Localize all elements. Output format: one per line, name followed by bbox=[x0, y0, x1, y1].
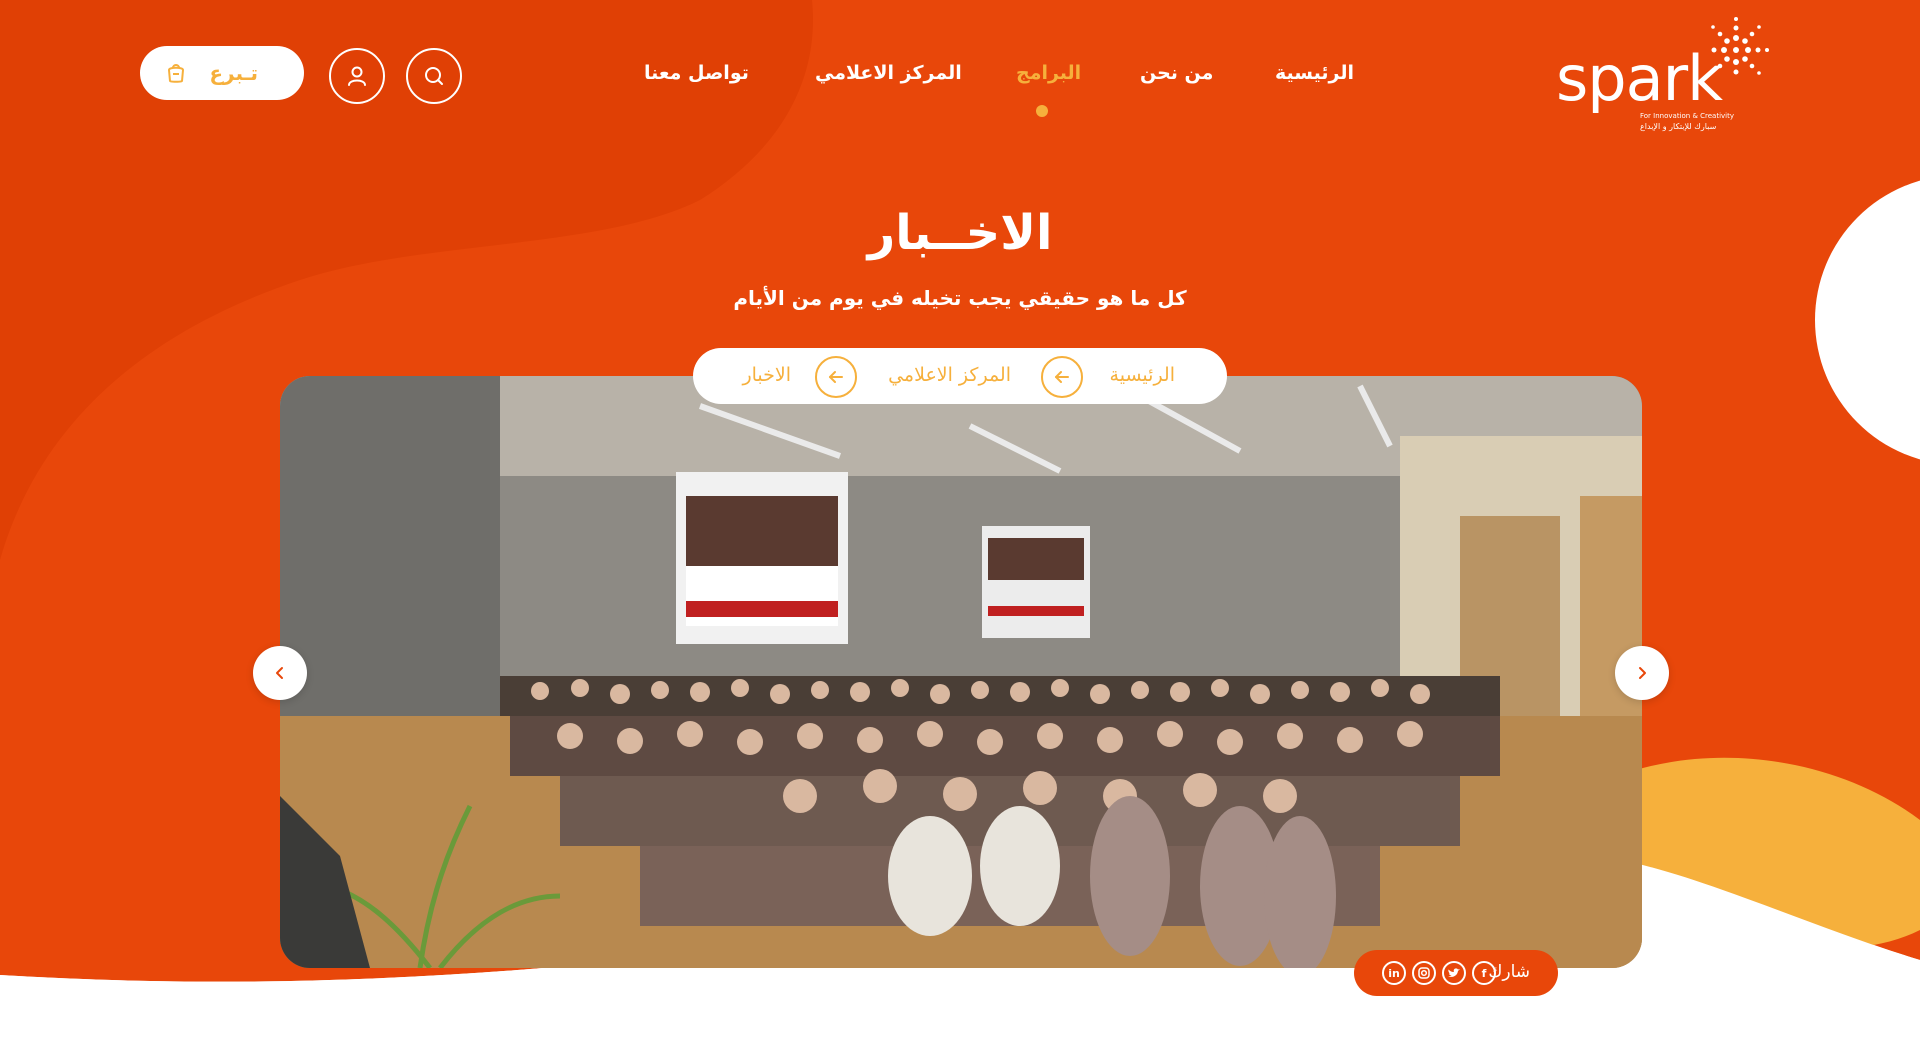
donate-button-label: تـبرع bbox=[209, 61, 258, 85]
chevron-right-icon bbox=[1639, 667, 1646, 679]
nav-item-about[interactable]: من نحن bbox=[1140, 62, 1213, 84]
page-subtitle: كل ما هو حقيقي يجب تخيله في يوم من الأيا… bbox=[733, 286, 1187, 310]
nav-item-programs[interactable]: البرامج bbox=[1016, 62, 1081, 84]
user-account-button[interactable] bbox=[329, 48, 385, 104]
breadcrumb-news: الاخبار bbox=[742, 364, 791, 386]
user-icon bbox=[348, 66, 366, 86]
logo-tagline-ar: سبارك للإبتكار و الإبداع bbox=[1640, 122, 1717, 131]
spark-logo[interactable]: spark For Innovation & Creativity سبارك … bbox=[1548, 10, 1780, 138]
chevron-left-icon bbox=[276, 667, 283, 679]
news-hero-image bbox=[280, 376, 1642, 968]
breadcrumb-separator bbox=[815, 356, 857, 398]
nav-active-indicator bbox=[1036, 105, 1048, 117]
nav-item-contact[interactable]: تواصل معنا bbox=[644, 62, 749, 84]
search-button[interactable] bbox=[406, 48, 462, 104]
logo-tagline-en: For Innovation & Creativity bbox=[1640, 112, 1735, 120]
arrow-left-icon bbox=[1055, 371, 1069, 383]
logo-spark-star-icon bbox=[1711, 17, 1769, 75]
slider-next-button[interactable] bbox=[1615, 646, 1669, 700]
nav-item-home[interactable]: الرئيسية bbox=[1275, 62, 1354, 84]
breadcrumb-separator bbox=[1041, 356, 1083, 398]
facebook-icon[interactable]: f bbox=[1472, 961, 1496, 985]
donation-bag-icon bbox=[167, 64, 185, 83]
site-header: spark For Innovation & Creativity سبارك … bbox=[0, 0, 1920, 140]
nav-item-media-center[interactable]: المركز الاعلامي bbox=[815, 62, 962, 84]
share-bar: شارك f in bbox=[1354, 950, 1558, 996]
breadcrumb-home[interactable]: الرئيسية bbox=[1110, 364, 1175, 386]
arrow-left-icon bbox=[829, 371, 843, 383]
linkedin-icon[interactable]: in bbox=[1382, 961, 1406, 985]
search-icon bbox=[425, 67, 443, 85]
page-title: الاخــبار bbox=[867, 205, 1053, 261]
breadcrumb: الرئيسية المركز الاعلامي الاخبار bbox=[693, 348, 1227, 404]
twitter-icon[interactable] bbox=[1442, 961, 1466, 985]
slider-prev-button[interactable] bbox=[253, 646, 307, 700]
instagram-icon[interactable] bbox=[1412, 961, 1436, 985]
breadcrumb-media-center[interactable]: المركز الاعلامي bbox=[888, 364, 1011, 386]
donate-button[interactable]: تـبرع bbox=[140, 46, 304, 100]
